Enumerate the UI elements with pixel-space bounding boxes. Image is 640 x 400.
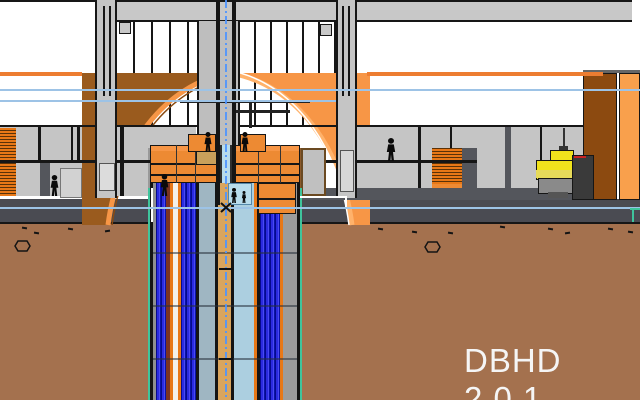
- rock-mark: [412, 231, 417, 234]
- rock-mark: [500, 226, 505, 229]
- rock-mark: [448, 232, 453, 235]
- rock-mark: [548, 228, 553, 231]
- rock-mark: [378, 228, 383, 231]
- rock-mark: [105, 230, 110, 233]
- rock-hexagon-symbol: [424, 240, 442, 252]
- rock-mark: [565, 232, 570, 235]
- rock-mark: [68, 228, 73, 231]
- cad-drawing-canvas: DBHD 2.0.1: [0, 0, 640, 400]
- rock-mark: [34, 232, 39, 235]
- rock-mark: [608, 228, 613, 231]
- rock-mark: [628, 231, 633, 234]
- rocks-layer: [0, 0, 640, 400]
- drawing-title: DBHD 2.0.1: [464, 342, 640, 400]
- rock-hexagon-symbol: [14, 239, 32, 251]
- rock-mark: [22, 227, 27, 230]
